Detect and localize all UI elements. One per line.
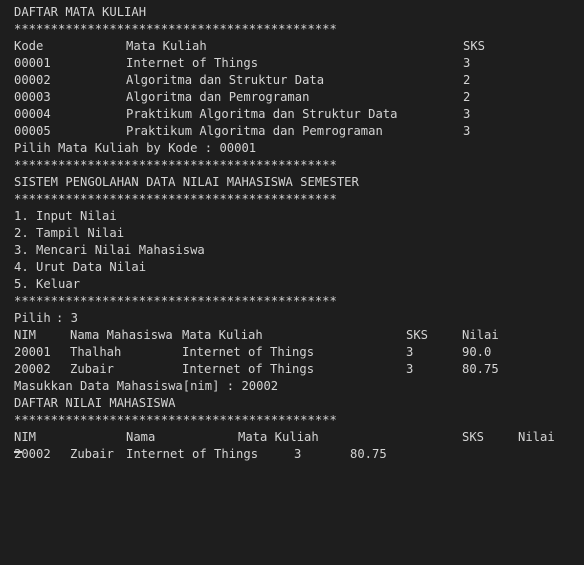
menu-item-mencari-nilai: 3. Mencari Nilai Mahasiswa (14, 243, 205, 257)
grade-nilai: 80.75 (462, 362, 499, 376)
result-nim: 20002 (14, 447, 51, 461)
header-nim: NIM (14, 328, 37, 342)
course-name: Algoritma dan Struktur Data (126, 73, 325, 87)
course-sks: 3 (463, 56, 471, 70)
course-sks: 2 (463, 73, 471, 87)
menu-item-keluar: 5. Keluar (14, 277, 81, 291)
menu-pick-value: : 3 (56, 311, 79, 325)
separator-line: ****************************************… (14, 158, 337, 172)
separator-line: ****************************************… (14, 192, 337, 206)
text-cursor (14, 451, 22, 453)
grade-sks: 3 (406, 345, 414, 359)
header-mata-kuliah: Mata Kuliah (126, 39, 207, 53)
grade-mata-kuliah: Internet of Things (182, 362, 315, 376)
course-kode: 00005 (14, 124, 51, 138)
course-name: Praktikum Algoritma dan Struktur Data (126, 107, 398, 121)
search-result-row: 20002 Zubair Internet of Things 3 80.75 (14, 446, 387, 463)
course-row: 00003 Algoritma dan Pemrograman 2 (14, 89, 470, 106)
menu-title: SISTEM PENGOLAHAN DATA NILAI MAHASISWA S… (14, 175, 359, 189)
separator-line: ****************************************… (14, 22, 337, 36)
course-list-title: DAFTAR MATA KULIAH (14, 5, 147, 19)
grade-nilai: 90.0 (462, 345, 492, 359)
console-output: DAFTAR MATA KULIAH *********************… (0, 0, 584, 465)
course-name: Algoritma dan Pemrograman (126, 90, 310, 104)
search-result-title: DAFTAR NILAI MAHASISWA (14, 396, 176, 410)
result-sks: 3 (294, 447, 302, 461)
course-table-header: Kode Mata Kuliah SKS (14, 38, 485, 55)
result-nama: Zubair (70, 447, 115, 461)
course-kode: 00003 (14, 90, 51, 104)
grade-nama: Thalhah (70, 345, 122, 359)
menu-item-urut-data: 4. Urut Data Nilai (14, 260, 147, 274)
separator-line: ****************************************… (14, 294, 337, 308)
course-kode: 00002 (14, 73, 51, 87)
grade-row: 20002 Zubair Internet of Things 3 80.75 (14, 361, 499, 378)
course-row: 00005 Praktikum Algoritma dan Pemrograma… (14, 123, 470, 140)
grade-nama: Zubair (70, 362, 115, 376)
result-mata-kuliah: Internet of Things (126, 447, 259, 461)
grade-nim: 20001 (14, 345, 51, 359)
menu-pick-line: Pilih : 3 (14, 310, 78, 327)
grade-sks: 3 (406, 362, 414, 376)
search-table-header: NIM Nama Mata Kuliah SKS Nilai (14, 429, 555, 446)
course-pick-prompt: Pilih Mata Kuliah by Kode : 00001 (14, 141, 257, 155)
course-name: Internet of Things (126, 56, 259, 70)
menu-pick-label: Pilih (14, 311, 51, 325)
result-nilai: 80.75 (350, 447, 387, 461)
course-kode: 00004 (14, 107, 51, 121)
header-nim: NIM (14, 430, 37, 444)
course-kode: 00001 (14, 56, 51, 70)
header-nama: Nama (126, 430, 156, 444)
header-sks: SKS (463, 39, 486, 53)
course-sks: 3 (463, 107, 471, 121)
grade-mata-kuliah: Internet of Things (182, 345, 315, 359)
header-sks: SKS (462, 430, 485, 444)
header-mata-kuliah: Mata Kuliah (238, 430, 319, 444)
header-sks: SKS (406, 328, 429, 342)
menu-item-input-nilai: 1. Input Nilai (14, 209, 117, 223)
header-nama-mahasiswa: Nama Mahasiswa (70, 328, 173, 342)
separator-line: ****************************************… (14, 413, 337, 427)
header-mata-kuliah: Mata Kuliah (182, 328, 263, 342)
header-kode: Kode (14, 39, 44, 53)
grades-table-header: NIM Nama Mahasiswa Mata Kuliah SKS Nilai (14, 327, 499, 344)
course-sks: 2 (463, 90, 471, 104)
header-nilai: Nilai (462, 328, 499, 342)
course-row: 00001 Internet of Things 3 (14, 55, 470, 72)
course-name: Praktikum Algoritma dan Pemrograman (126, 124, 383, 138)
menu-item-tampil-nilai: 2. Tampil Nilai (14, 226, 125, 240)
grade-nim: 20002 (14, 362, 51, 376)
course-sks: 3 (463, 124, 471, 138)
grade-row: 20001 Thalhah Internet of Things 3 90.0 (14, 344, 491, 361)
search-prompt: Masukkan Data Mahasiswa[nim] : 20002 (14, 379, 279, 393)
course-row: 00002 Algoritma dan Struktur Data 2 (14, 72, 470, 89)
course-row: 00004 Praktikum Algoritma dan Struktur D… (14, 106, 470, 123)
header-nilai: Nilai (518, 430, 555, 444)
